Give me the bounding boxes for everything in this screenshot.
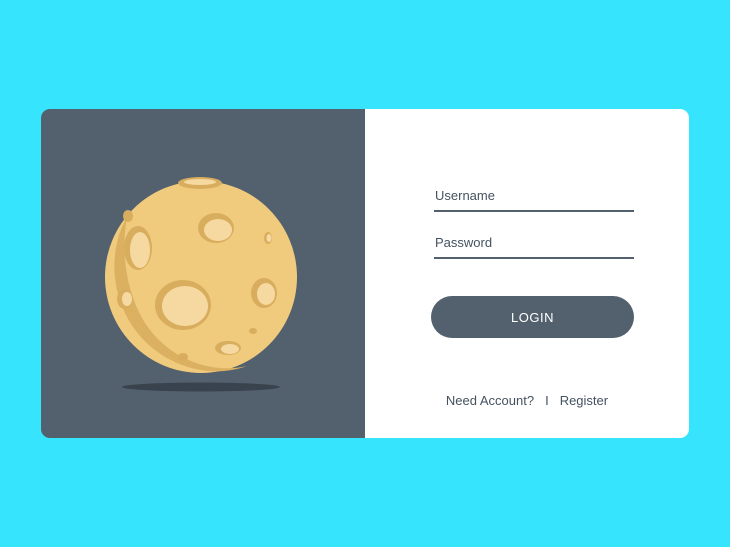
separator: I	[545, 393, 549, 408]
moon-icon	[105, 177, 297, 392]
illustration-panel	[41, 109, 365, 438]
password-field-container	[434, 231, 634, 259]
register-link[interactable]: Register	[560, 393, 608, 408]
username-input[interactable]	[434, 184, 634, 210]
login-card: LOGIN Need Account? I Register	[41, 109, 689, 438]
login-button[interactable]: LOGIN	[431, 296, 634, 338]
username-field-container	[434, 184, 634, 212]
login-form: LOGIN Need Account? I Register	[365, 109, 689, 438]
register-prompt: Need Account? I Register	[365, 393, 689, 408]
need-account-text: Need Account?	[445, 393, 535, 408]
password-input[interactable]	[434, 231, 634, 257]
